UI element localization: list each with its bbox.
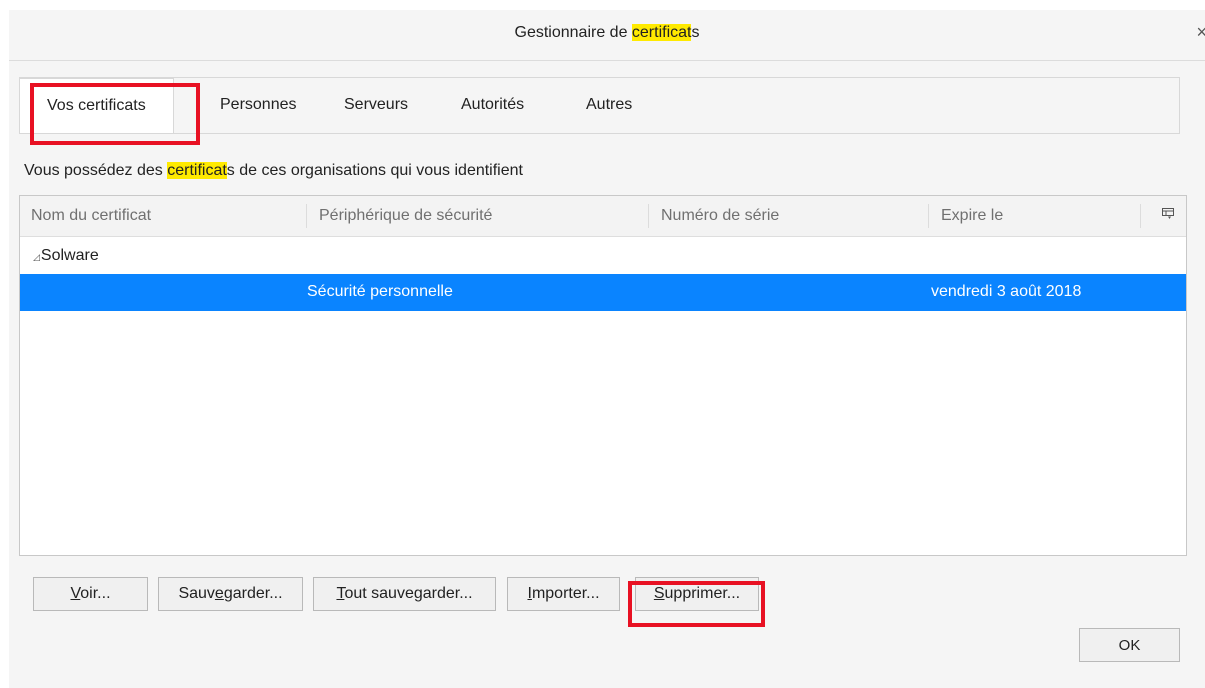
delete-mnemonic: S: [653, 585, 665, 602]
table-row[interactable]: Sécurité personnelle vendredi 3 août 201…: [20, 274, 1186, 311]
tree-group-row[interactable]: ◿Solware: [20, 238, 1186, 274]
column-separator[interactable]: [928, 204, 929, 228]
column-picker-icon[interactable]: [1162, 208, 1174, 223]
close-icon[interactable]: ×: [1196, 22, 1205, 43]
tab-others[interactable]: Autres: [586, 96, 632, 114]
delete-button[interactable]: Supprimer...: [635, 577, 759, 611]
group-label: ◿Solware: [33, 247, 99, 265]
backup-all-label: out sauvegarder...: [344, 585, 473, 602]
backup-all-button[interactable]: Tout sauvegarder...: [313, 577, 496, 611]
tab-authorities[interactable]: Autorités: [461, 96, 524, 114]
import-button[interactable]: Importer...: [507, 577, 620, 611]
twisty-icon[interactable]: ◿: [33, 252, 40, 262]
backup-mnemonic: e: [214, 585, 224, 602]
description-prefix: Vous possédez des: [24, 162, 168, 179]
backup-button[interactable]: Sauvegarder...: [158, 577, 303, 611]
title-suffix: s: [691, 24, 700, 41]
view-label: oir...: [80, 585, 111, 602]
title-bar: Gestionnaire de certificats ×: [9, 10, 1205, 61]
tab-servers[interactable]: Serveurs: [344, 96, 408, 114]
column-header-device[interactable]: Périphérique de sécurité: [319, 207, 492, 225]
table-header: Nom du certificat Périphérique de sécuri…: [20, 196, 1186, 237]
column-separator[interactable]: [648, 204, 649, 228]
delete-label: upprimer...: [664, 585, 741, 602]
backup-label-pre: Sauv: [178, 585, 215, 602]
certificates-description: Vous possédez des certificats de ces org…: [24, 162, 523, 180]
column-separator[interactable]: [306, 204, 307, 228]
description-highlight: certificat: [167, 162, 227, 179]
title-highlight: certificat: [631, 24, 692, 41]
column-header-serial[interactable]: Numéro de série: [661, 207, 779, 225]
tab-strip: Vos certificats Personnes Serveurs Autor…: [19, 77, 1180, 134]
column-separator: [1140, 204, 1141, 228]
column-picker-glyph: [1162, 208, 1174, 219]
title-prefix: Gestionnaire de: [514, 24, 632, 41]
dialog-title: Gestionnaire de certificats: [9, 24, 1205, 42]
tab-people[interactable]: Personnes: [220, 96, 297, 114]
column-header-name[interactable]: Nom du certificat: [31, 207, 151, 225]
backup-label-post: garder...: [223, 585, 283, 602]
group-name: Solware: [40, 247, 99, 264]
certificates-tree[interactable]: Nom du certificat Périphérique de sécuri…: [19, 195, 1187, 556]
view-button[interactable]: Voir...: [33, 577, 148, 611]
cell-expires: vendredi 3 août 2018: [931, 283, 1082, 300]
view-mnemonic: V: [70, 585, 81, 602]
tab-your-certificates[interactable]: Vos certificats: [19, 78, 174, 133]
import-label: mporter...: [531, 585, 600, 602]
cell-device: Sécurité personnelle: [307, 283, 453, 300]
column-header-expires[interactable]: Expire le: [941, 207, 1003, 225]
description-suffix: s de ces organisations qui vous identifi…: [226, 162, 523, 179]
ok-button[interactable]: OK: [1079, 628, 1180, 662]
